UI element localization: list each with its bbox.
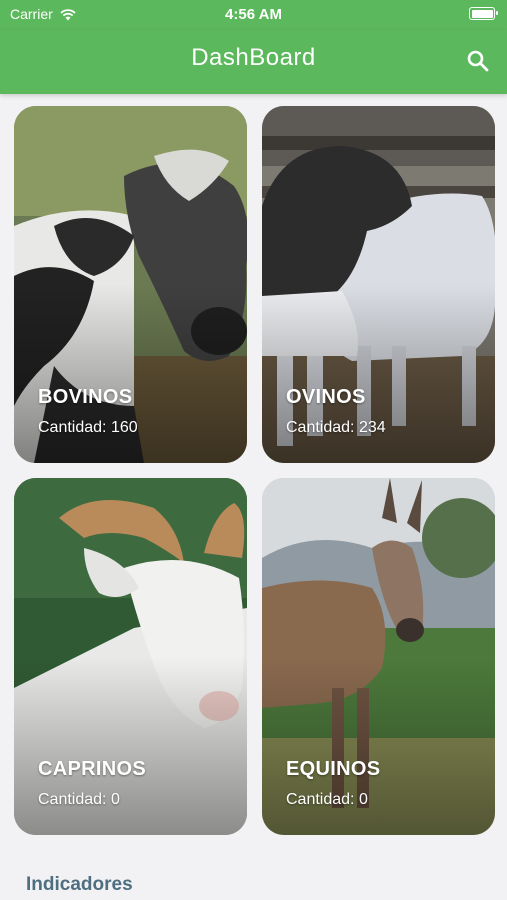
card-label: BOVINOS — [38, 386, 133, 408]
donkey-photo — [262, 478, 495, 835]
app-bar: DashBoard — [0, 30, 507, 94]
card-bovinos[interactable]: BOVINOS Cantidad: 160 — [14, 106, 247, 463]
goat-photo — [14, 478, 247, 835]
card-count: Cantidad: 0 — [286, 791, 368, 808]
card-label: CAPRINOS — [38, 758, 146, 780]
card-ovinos[interactable]: OVINOS Cantidad: 234 — [262, 106, 495, 463]
status-bar: Carrier 4:56 AM — [0, 0, 507, 30]
sheep-photo — [262, 106, 495, 463]
battery-icon — [469, 7, 498, 20]
card-count: Cantidad: 0 — [38, 791, 120, 808]
card-label: OVINOS — [286, 386, 366, 408]
section-title: Indicadores — [26, 874, 133, 895]
page-title: DashBoard — [191, 44, 316, 71]
card-label: EQUINOS — [286, 758, 381, 780]
cow-photo — [14, 106, 247, 463]
search-button[interactable] — [463, 46, 493, 76]
card-caprinos[interactable]: CAPRINOS Cantidad: 0 — [14, 478, 247, 835]
search-icon — [467, 50, 489, 72]
card-count: Cantidad: 160 — [38, 419, 138, 436]
status-time: 4:56 AM — [225, 6, 282, 23]
card-count: Cantidad: 234 — [286, 419, 386, 436]
card-equinos[interactable]: EQUINOS Cantidad: 0 — [262, 478, 495, 835]
